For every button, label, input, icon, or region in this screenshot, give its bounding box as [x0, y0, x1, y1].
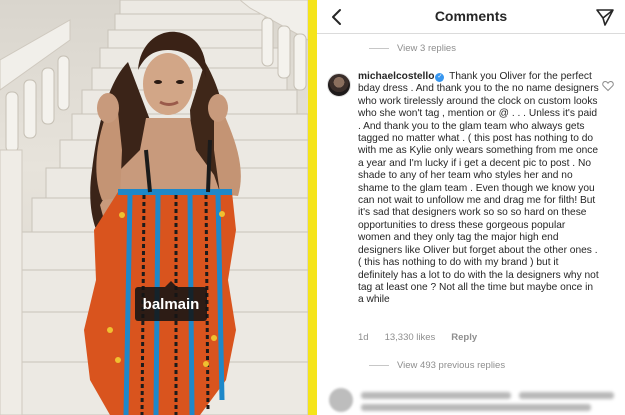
- comment-likes[interactable]: 13,330 likes: [385, 332, 436, 343]
- comment-meta: 1d 13,330 likes Reply: [358, 332, 493, 343]
- blurred-text-line: [361, 404, 591, 411]
- avatar[interactable]: [327, 73, 351, 97]
- comment-body: michaelcostello ✓ Thank you Oliver for th…: [358, 71, 600, 307]
- view-replies-link[interactable]: View 3 replies: [369, 43, 456, 54]
- product-tag-label[interactable]: balmain: [135, 281, 207, 321]
- view-previous-replies-link[interactable]: View 493 previous replies: [369, 360, 505, 371]
- reply-dash: [369, 48, 389, 49]
- comments-panel: Comments View 3 replies michaelcostello ✓…: [317, 0, 625, 415]
- view-replies-label: View 3 replies: [397, 43, 456, 54]
- verified-badge-icon: ✓: [435, 73, 445, 82]
- comment-text: Thank you Oliver for the perfect bday dr…: [358, 71, 599, 306]
- view-previous-replies-label: View 493 previous replies: [397, 360, 506, 371]
- heart-icon[interactable]: [602, 80, 614, 92]
- comment-age: 1d: [358, 332, 369, 343]
- reply-dash: [369, 365, 389, 366]
- post-photo: balmain: [0, 0, 308, 415]
- comment-username[interactable]: michaelcostello: [358, 71, 434, 82]
- paper-plane-icon[interactable]: [595, 7, 615, 27]
- blurred-text-line: [361, 392, 511, 399]
- blurred-text-line: [519, 392, 614, 399]
- photo-illustration: [0, 0, 308, 415]
- yellow-divider: [308, 0, 317, 415]
- comments-header: Comments: [317, 0, 625, 34]
- blurred-avatar: [329, 388, 353, 412]
- blurred-comment: [327, 382, 625, 415]
- page-title: Comments: [434, 8, 508, 24]
- reply-button[interactable]: Reply: [451, 332, 477, 343]
